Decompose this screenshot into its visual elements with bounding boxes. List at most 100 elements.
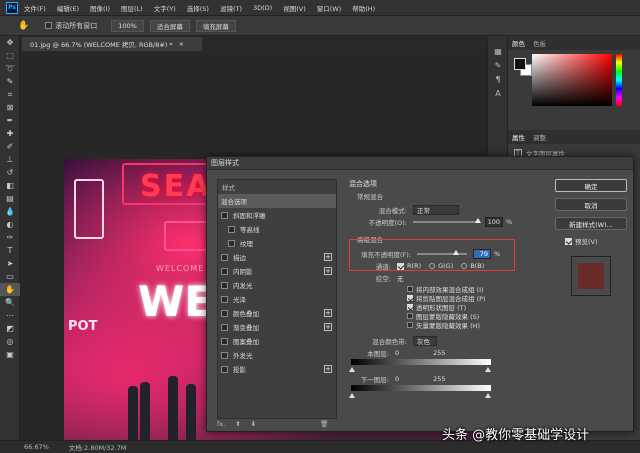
advanced-option-box[interactable] [407,312,413,319]
pen-tool-icon[interactable]: ✑ [0,231,20,244]
healing-tool-icon[interactable]: ✚ [0,127,20,140]
paragraph-panel-icon[interactable]: ¶ [488,72,508,86]
menu-select[interactable]: 选择(S) [187,3,209,13]
color-field[interactable] [532,54,612,106]
shape-tool-icon[interactable]: ▭ [0,270,20,283]
brush-panel-icon[interactable]: ✎ [488,58,508,72]
menu-window[interactable]: 窗口(W) [317,3,342,13]
ok-button[interactable]: 确定 [555,179,627,192]
blend-mode-select[interactable]: 正常 [413,205,459,215]
delete-effect-icon[interactable]: 🗑 [320,420,328,428]
menu-image[interactable]: 图像(I) [90,3,110,13]
this-layer-white-handle[interactable] [485,367,491,372]
style-item[interactable]: 纹理 [218,236,336,250]
preview-checkbox[interactable]: 预览(V) [565,236,627,246]
under-layer-gradient[interactable] [349,385,549,399]
style-item[interactable]: 外发光 [218,348,336,362]
advanced-option-box[interactable] [407,303,413,310]
foreground-color-swatch[interactable] [514,58,526,70]
menu-help[interactable]: 帮助(H) [352,3,375,13]
screen-mode-icon[interactable]: ▣ [0,348,20,361]
styles-header[interactable]: 样式 [218,180,336,194]
tab-properties[interactable]: 属性 [512,132,525,142]
marquee-tool-icon[interactable]: ⬚ [0,49,20,62]
style-item[interactable]: 光泽 [218,292,336,306]
style-item[interactable]: 颜色叠加 + [218,306,336,320]
zoom-tool-icon[interactable]: 🔍 [0,296,20,309]
dodge-tool-icon[interactable]: ◐ [0,218,20,231]
add-effect-icon[interactable]: + [324,365,332,373]
add-effect-icon[interactable]: + [324,309,332,317]
eyedropper-tool-icon[interactable]: ✒ [0,114,20,127]
style-item[interactable]: 斜面和浮雕 [218,208,336,222]
style-item-checkbox[interactable] [221,267,228,275]
add-effect-icon[interactable]: + [324,253,332,261]
menu-edit[interactable]: 编辑(E) [57,3,79,13]
history-panel-icon[interactable]: ▦ [488,44,508,58]
style-item[interactable]: 等高线 [218,222,336,236]
more-tools-icon[interactable]: ⋯ [0,309,20,322]
under-layer-gradient-bar[interactable] [351,385,491,391]
style-item[interactable]: 描边 + [218,250,336,264]
knockout-select[interactable]: 无 [397,273,404,283]
style-item-checkbox[interactable] [228,225,235,233]
advanced-option-box[interactable] [407,321,413,328]
color-picker[interactable] [508,50,640,108]
blend-if-select[interactable]: 灰色 [413,336,437,346]
style-item[interactable]: 内发光 [218,278,336,292]
brush-tool-icon[interactable]: ✐ [0,140,20,153]
fill-screen-button[interactable]: 填充屏幕 [195,19,236,32]
menu-type[interactable]: 文字(Y) [154,3,176,13]
style-item[interactable]: 投影 + [218,362,336,376]
opacity-slider[interactable] [413,218,481,223]
close-tab-icon[interactable]: × [179,40,184,48]
checkbox-box[interactable] [45,22,53,29]
advanced-option-box[interactable] [407,294,413,301]
style-item-checkbox[interactable] [221,351,228,359]
style-item-checkbox[interactable] [221,365,228,373]
menu-filter[interactable]: 滤镜(T) [220,3,242,13]
quick-mask-icon[interactable]: ◎ [0,335,20,348]
history-brush-icon[interactable]: ↺ [0,166,20,179]
opacity-input[interactable]: 100 [485,217,503,227]
preview-checkbox-box[interactable] [565,237,572,245]
advanced-option-checkbox[interactable]: 矢量蒙版隐藏效果 (H) [407,320,549,330]
document-tab[interactable]: 01.jpg @ 66.7% (WELCOME 拷贝, RGB/8#) * × [22,37,202,51]
move-tool-icon[interactable]: ✥ [0,36,20,49]
lasso-tool-icon[interactable]: ➰ [0,62,20,75]
scroll-all-windows-checkbox[interactable]: 滚动所有窗口 [45,21,97,31]
style-item-checkbox[interactable] [221,323,228,331]
this-layer-gradient[interactable] [349,359,549,373]
under-layer-white-handle[interactable] [485,393,491,398]
tab-swatches[interactable]: 色板 [533,38,546,48]
style-item-checkbox[interactable] [221,253,228,261]
type-tool-icon[interactable]: T [0,244,20,257]
new-style-button[interactable]: 新建样式(W)... [555,217,627,230]
quick-select-tool-icon[interactable]: ✎ [0,75,20,88]
move-up-icon[interactable]: ⬆ [235,420,240,428]
menu-file[interactable]: 文件(F) [24,3,46,13]
hand-tool-icon[interactable]: ✋ [0,283,20,296]
under-layer-black-handle[interactable] [349,393,355,398]
crop-tool-icon[interactable]: ⌗ [0,88,20,101]
this-layer-black-handle[interactable] [349,367,355,372]
add-effect-icon[interactable]: + [324,323,332,331]
style-item[interactable]: 内阴影 + [218,264,336,278]
menu-3d[interactable]: 3D(D) [253,4,272,12]
hue-slider[interactable] [616,54,622,106]
fx-icon[interactable]: fx. [217,420,225,428]
status-zoom[interactable]: 66.67% [24,443,49,451]
character-panel-icon[interactable]: A [488,86,508,100]
fit-screen-button[interactable]: 适合屏幕 [149,19,190,32]
this-layer-gradient-bar[interactable] [351,359,491,365]
hand-icon[interactable]: ✋ [18,21,29,31]
style-item-checkbox[interactable] [221,281,228,289]
opacity-slider-knob[interactable] [475,218,481,223]
style-item[interactable]: 混合选项 [218,194,336,208]
style-item-checkbox[interactable] [228,239,235,247]
path-select-tool-icon[interactable]: ➤ [0,257,20,270]
add-effect-icon[interactable]: + [324,267,332,275]
tab-color[interactable]: 颜色 [512,38,525,48]
zoom-100-button[interactable]: 100% [111,19,144,32]
style-item-checkbox[interactable] [221,337,228,345]
